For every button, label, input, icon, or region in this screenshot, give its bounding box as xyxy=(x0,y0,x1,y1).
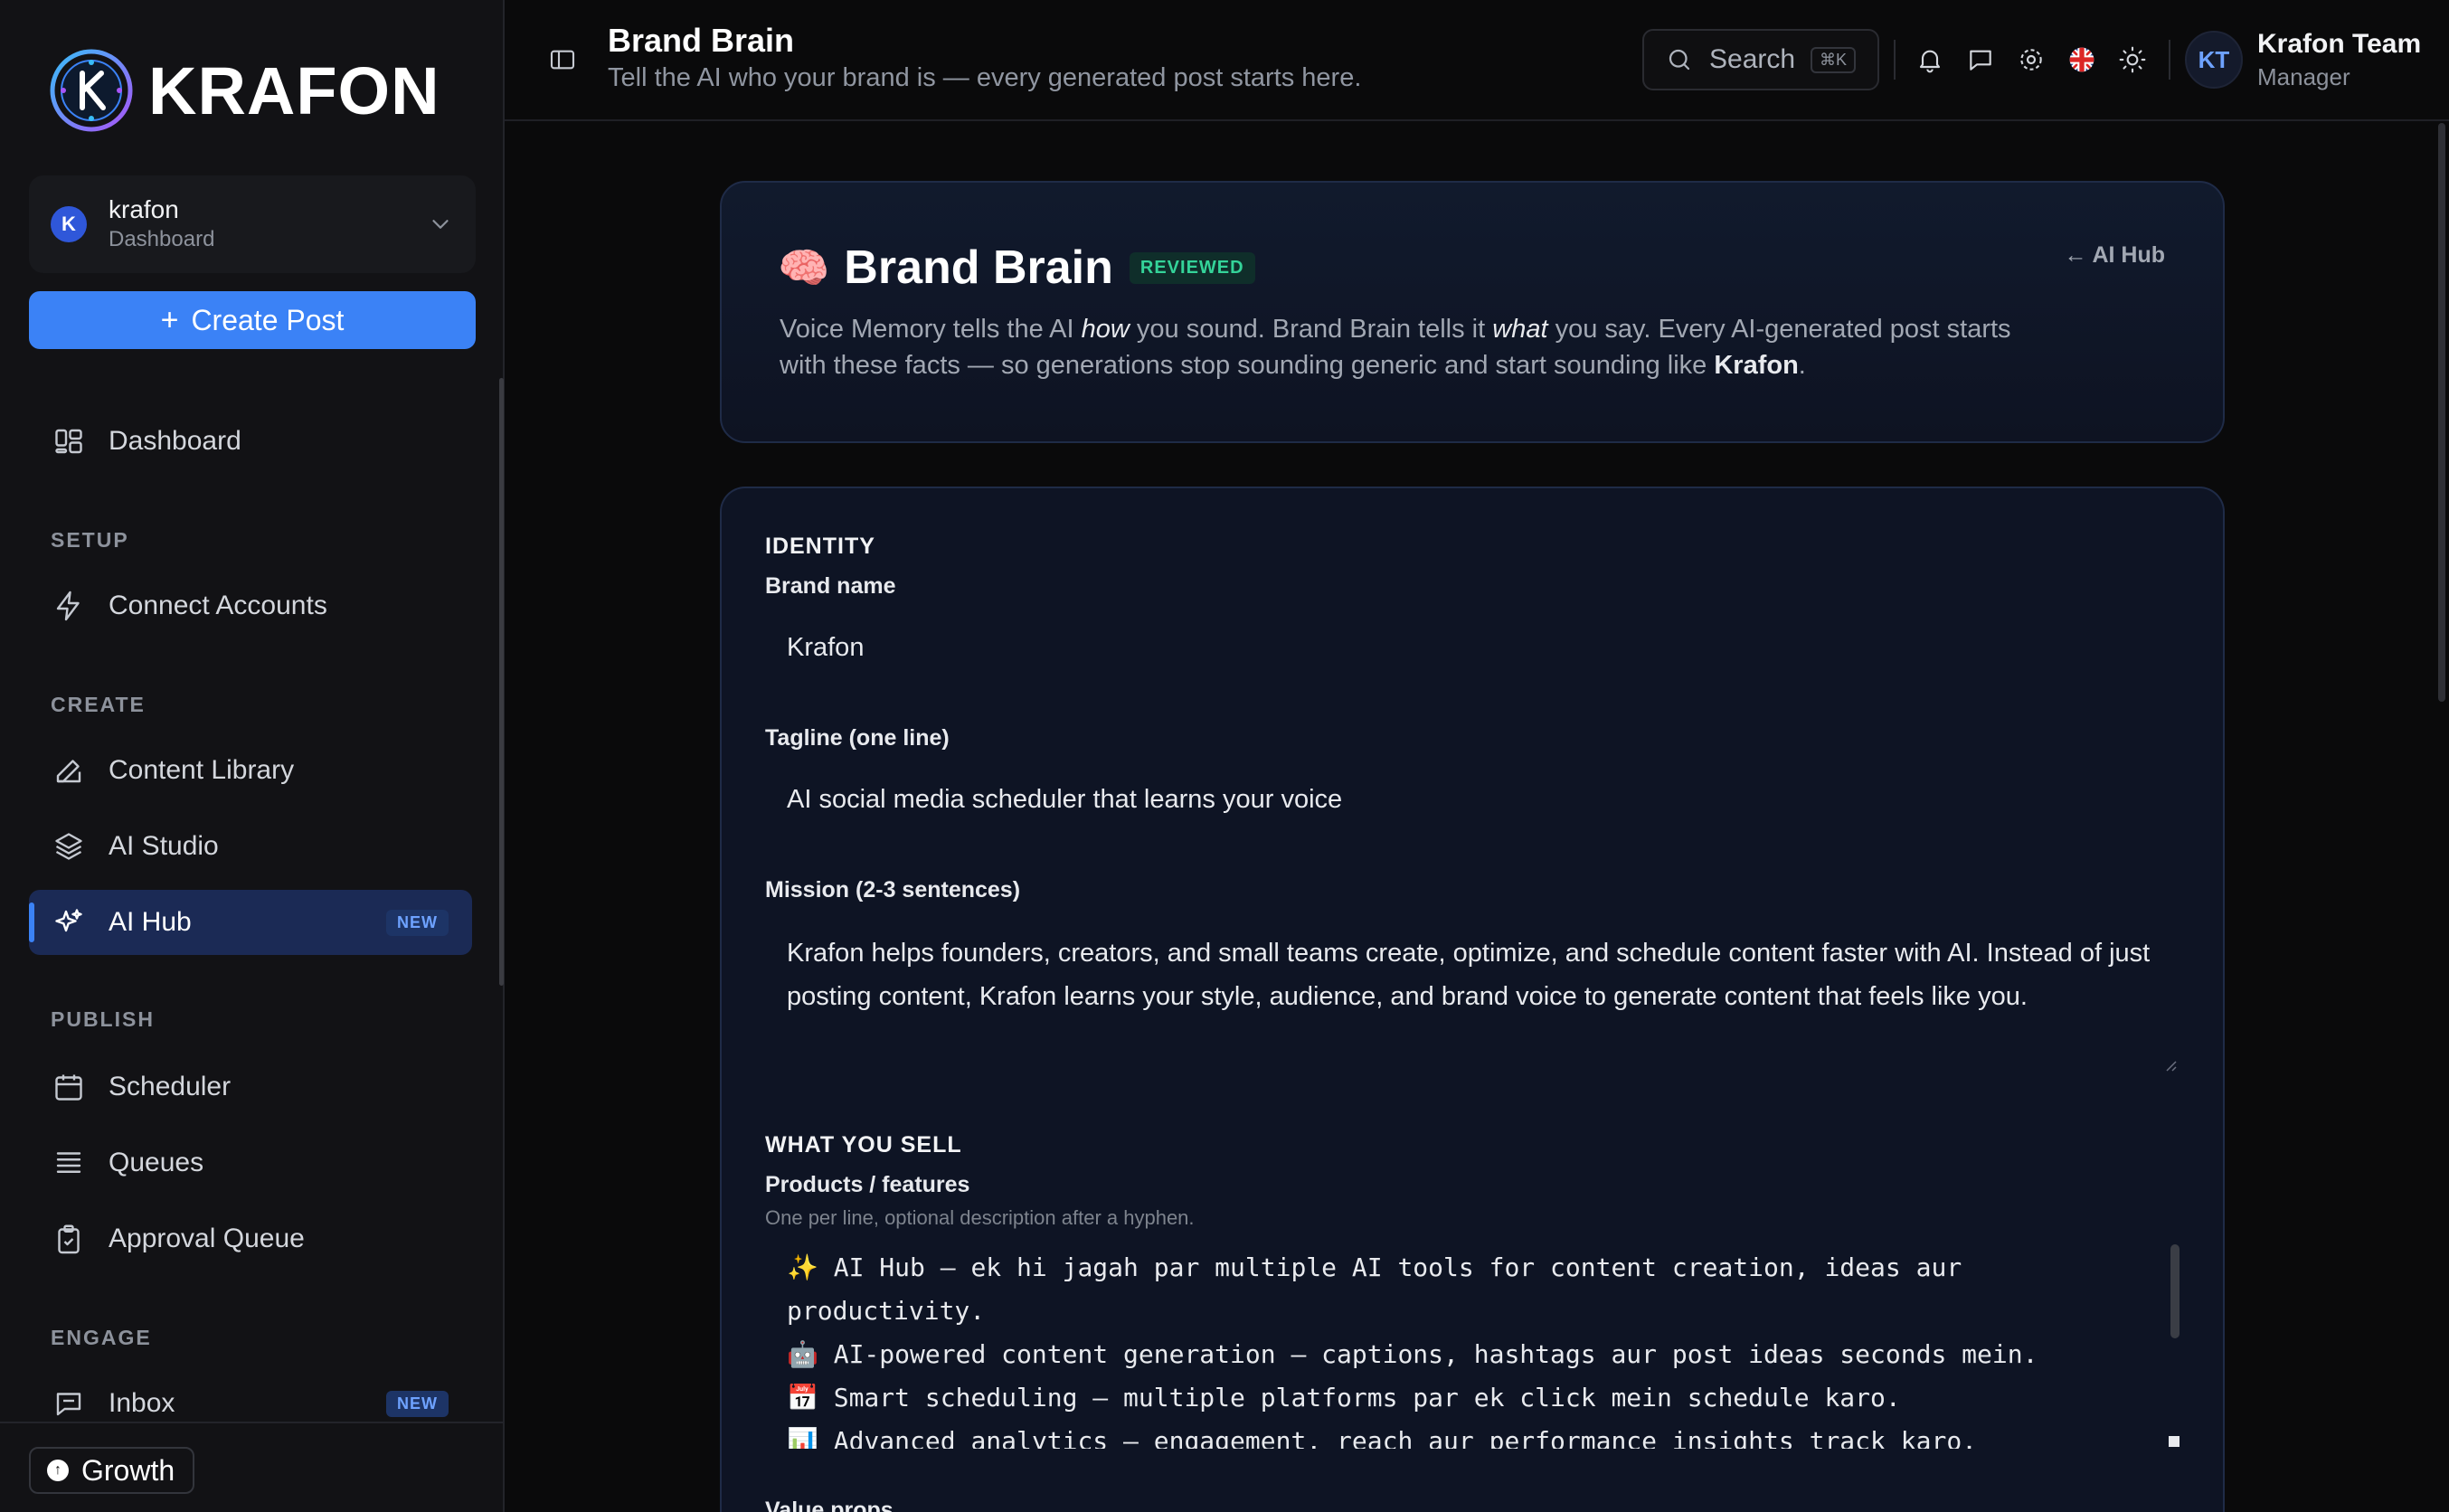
workspace-avatar: K xyxy=(51,206,87,242)
clipboard-check-icon xyxy=(58,1224,80,1254)
upgrade-icon: ↑ xyxy=(47,1460,69,1481)
sidebar: KRAFON K krafon Dashboard + Create Post … xyxy=(0,0,505,1512)
desc-brand: Krafon xyxy=(1714,351,1799,380)
message-icon[interactable] xyxy=(1966,45,1995,74)
plan-label: Growth xyxy=(81,1453,175,1487)
main-scrollbar[interactable] xyxy=(2438,123,2445,702)
brand-logo[interactable]: KRAFON xyxy=(49,47,440,134)
brand-form-panel: IDENTITY Brand name Krafon Tagline (one … xyxy=(720,487,2225,1512)
brand-name-label: Brand name xyxy=(765,573,896,599)
hero-title: Brand Brain xyxy=(844,241,1113,294)
status-badge: REVIEWED xyxy=(1129,251,1255,284)
sun-icon[interactable] xyxy=(2118,45,2147,74)
value-props-label: Value props xyxy=(765,1498,894,1512)
user-role: Manager xyxy=(2257,63,2350,90)
dashboard-icon xyxy=(55,429,82,454)
brain-icon: 🧠 xyxy=(778,243,830,291)
app-root: KRAFON K krafon Dashboard + Create Post … xyxy=(0,0,2449,1512)
layers-icon xyxy=(55,833,82,860)
sidebar-item-label: Content Library xyxy=(109,755,295,785)
sidebar-item-scheduler[interactable]: Scheduler xyxy=(29,1054,472,1120)
desc-text: . xyxy=(1798,351,1806,380)
page-title: Brand Brain xyxy=(608,22,795,59)
search-input[interactable]: Search ⌘K xyxy=(1642,29,1879,90)
sidebar-item-connect-accounts[interactable]: Connect Accounts xyxy=(29,573,472,638)
sidebar-item-approval-queue[interactable]: Approval Queue xyxy=(29,1206,472,1271)
gear-icon[interactable] xyxy=(2017,45,2046,74)
plan-badge[interactable]: ↑ Growth xyxy=(29,1447,195,1494)
products-label: Products / features xyxy=(765,1172,970,1197)
sidebar-item-label: Dashboard xyxy=(109,426,241,456)
sidebar-item-dashboard[interactable]: Dashboard xyxy=(29,409,472,474)
language-flag-icon[interactable] xyxy=(2067,45,2096,74)
sparkles-icon xyxy=(55,909,82,932)
desc-emphasis: how xyxy=(1081,315,1130,344)
user-name: Krafon Team xyxy=(2257,29,2422,59)
products-text: ✨ AI Hub – ek hi jagah par multiple AI t… xyxy=(787,1252,2038,1449)
page-subtitle: Tell the AI who your brand is — every ge… xyxy=(608,63,1362,92)
divider xyxy=(1894,40,1896,80)
sidebar-item-ai-hub[interactable]: AI Hub NEW xyxy=(29,890,472,955)
tagline-label: Tagline (one line) xyxy=(765,725,950,751)
section-setup: SETUP xyxy=(51,528,129,552)
sidebar-item-queues[interactable]: Queues xyxy=(29,1130,472,1195)
resize-handle-icon[interactable] xyxy=(2169,1436,2180,1447)
tagline-field[interactable]: AI social media scheduler that learns yo… xyxy=(787,785,1342,815)
products-textarea[interactable]: ✨ AI Hub – ek hi jagah par multiple AI t… xyxy=(787,1246,2161,1449)
sidebar-item-label: AI Hub xyxy=(109,907,192,937)
workspace-switcher[interactable]: K krafon Dashboard xyxy=(29,175,476,273)
sidebar-footer: ↑ Growth xyxy=(0,1422,503,1512)
desc-text: you sound. Brand Brain tells it xyxy=(1129,315,1493,344)
list-icon xyxy=(56,1152,81,1173)
desc-emphasis: what xyxy=(1492,315,1548,344)
products-hint: One per line, optional description after… xyxy=(765,1206,1195,1229)
section-what-you-sell-heading: WHAT YOU SELL xyxy=(765,1132,962,1158)
edit-icon xyxy=(56,760,81,783)
brand-name-field[interactable]: Krafon xyxy=(787,633,864,663)
divider xyxy=(2169,40,2170,80)
chat-icon xyxy=(56,1393,81,1416)
calendar-icon xyxy=(55,1074,82,1101)
search-placeholder: Search xyxy=(1709,44,1796,74)
plus-icon: + xyxy=(160,302,179,337)
avatar[interactable]: KT xyxy=(2185,31,2243,89)
sidebar-item-content-library[interactable]: Content Library xyxy=(29,738,472,803)
section-identity-heading: IDENTITY xyxy=(765,534,875,559)
sidebar-scrollbar[interactable] xyxy=(499,378,504,986)
workspace-name: krafon xyxy=(109,195,179,223)
lightning-icon xyxy=(56,591,80,621)
topbar: Brand Brain Tell the AI who your brand i… xyxy=(505,0,2449,121)
create-post-button[interactable]: + Create Post xyxy=(29,291,476,349)
desc-text: Voice Memory tells the AI xyxy=(780,315,1082,344)
sidebar-item-label: Inbox xyxy=(109,1388,175,1418)
products-scrollbar[interactable] xyxy=(2170,1244,2180,1338)
search-shortcut: ⌘K xyxy=(1810,46,1856,73)
workspace-subtitle: Dashboard xyxy=(109,227,215,251)
sidebar-item-label: Scheduler xyxy=(109,1072,232,1101)
brand-brain-header: 🧠 Brand Brain REVIEWED ← AI Hub Voice Me… xyxy=(720,181,2225,443)
mission-label: Mission (2-3 sentences) xyxy=(765,877,1021,902)
sidebar-toggle-icon[interactable] xyxy=(548,45,577,74)
sidebar-item-label: Queues xyxy=(109,1148,204,1177)
section-create: CREATE xyxy=(51,693,146,716)
logo-text: KRAFON xyxy=(148,52,440,128)
krafon-logo-icon xyxy=(50,49,133,132)
sidebar-item-label: AI Studio xyxy=(109,831,219,861)
search-icon xyxy=(1669,49,1690,71)
resize-handle-icon[interactable] xyxy=(2163,1058,2178,1073)
sidebar-item-label: Approval Queue xyxy=(109,1224,305,1253)
mission-textarea[interactable]: Krafon helps founders, creators, and sma… xyxy=(787,931,2180,1018)
create-post-label: Create Post xyxy=(191,303,345,336)
chevron-down-icon xyxy=(432,220,449,229)
sidebar-item-ai-studio[interactable]: AI Studio xyxy=(29,814,472,879)
section-publish: PUBLISH xyxy=(51,1007,155,1031)
section-engage: ENGAGE xyxy=(51,1326,152,1349)
back-to-ai-hub-link[interactable]: ← AI Hub xyxy=(2064,242,2165,269)
bell-icon[interactable] xyxy=(1915,45,1944,74)
new-badge: NEW xyxy=(386,1390,449,1417)
new-badge: NEW xyxy=(386,909,449,936)
hero-description: Voice Memory tells the AI how you sound.… xyxy=(780,311,2046,383)
sidebar-item-label: Connect Accounts xyxy=(109,591,327,620)
